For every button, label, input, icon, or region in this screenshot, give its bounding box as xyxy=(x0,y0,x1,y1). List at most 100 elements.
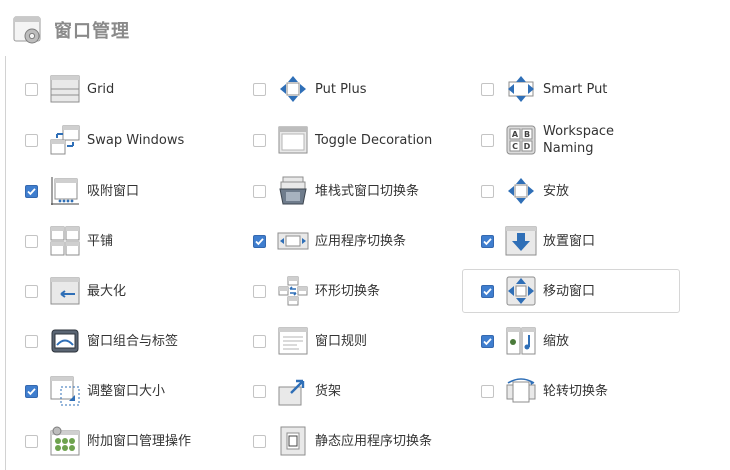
plugin-label: Grid xyxy=(87,81,115,97)
maximize-icon xyxy=(50,277,80,305)
plugin-item-ring-switcher[interactable]: 环形切换条 xyxy=(234,269,452,313)
window-rules-icon xyxy=(278,327,308,355)
plugin-item-rotate-switcher[interactable]: 轮转切换条 xyxy=(462,369,680,413)
plugin-checkbox[interactable] xyxy=(253,334,266,348)
plugin-label: 移动窗口 xyxy=(543,283,596,299)
plugin-checkbox[interactable] xyxy=(25,434,38,448)
svg-text:B: B xyxy=(524,130,530,139)
smart-put-icon xyxy=(508,76,534,102)
plugin-item-place-windows[interactable]: 放置窗口 xyxy=(462,219,680,263)
plugin-label: 轮转切换条 xyxy=(543,383,609,399)
plugin-checkbox[interactable] xyxy=(25,234,38,248)
plugin-item-window-rules[interactable]: 窗口规则 xyxy=(234,319,452,363)
tile-icon xyxy=(50,226,80,256)
plugin-checkbox[interactable] xyxy=(481,384,494,398)
put-plus-icon xyxy=(280,76,306,102)
plugin-checkbox[interactable] xyxy=(481,184,494,198)
plugin-item-workspace-naming[interactable]: A B C D Workspace Naming xyxy=(462,118,680,162)
plugin-label: 放置窗口 xyxy=(543,233,596,249)
plugin-item-tile[interactable]: 平铺 xyxy=(6,219,224,263)
plugin-item-place[interactable]: 安放 xyxy=(462,169,680,213)
plugin-item-application-switcher[interactable]: 应用程序切换条 xyxy=(234,219,452,263)
plugin-label: 附加窗口管理操作 xyxy=(87,433,192,449)
plugin-checkbox[interactable] xyxy=(253,184,266,198)
plugin-checkbox[interactable] xyxy=(481,133,494,147)
stack-switcher-icon xyxy=(279,176,307,205)
plugin-item-resize-window[interactable]: 调整窗口大小 xyxy=(6,369,224,413)
resize-window-icon xyxy=(50,376,80,406)
plugin-checkbox[interactable] xyxy=(253,284,266,298)
plugin-grid: Grid Put Plus Smart Put Swap Windows Toggle … xyxy=(0,0,730,470)
plugin-item-static-switcher[interactable]: 静态应用程序切换条 xyxy=(234,419,452,463)
svg-text:D: D xyxy=(524,142,531,151)
plugin-item-toggle-decoration[interactable]: Toggle Decoration xyxy=(234,118,452,162)
checkmark-icon xyxy=(255,237,264,245)
plugin-label: Smart Put xyxy=(543,81,608,97)
checkmark-icon xyxy=(27,187,36,195)
plugin-item-snap-window[interactable]: 吸附窗口 xyxy=(6,169,224,213)
plugin-checkbox[interactable] xyxy=(253,384,266,398)
plugin-item-extra-wm-actions[interactable]: 附加窗口管理操作 xyxy=(6,419,224,463)
plugin-checkbox[interactable] xyxy=(25,133,38,147)
snap-window-icon xyxy=(51,177,79,205)
plugin-checkbox[interactable] xyxy=(481,334,494,348)
plugin-label: 应用程序切换条 xyxy=(315,233,407,249)
plugin-checkbox[interactable] xyxy=(253,82,266,96)
plugin-label: 堆栈式窗口切换条 xyxy=(315,183,420,199)
plugin-label: 窗口组合与标签 xyxy=(87,333,179,349)
plugin-checkbox[interactable] xyxy=(481,284,494,298)
extra-wm-actions-icon xyxy=(50,426,80,456)
plugin-checkbox[interactable] xyxy=(481,82,494,96)
plugin-label: 缩放 xyxy=(543,333,570,349)
plugin-item-put-plus[interactable]: Put Plus xyxy=(234,67,452,111)
plugin-item-smart-put[interactable]: Smart Put xyxy=(462,67,680,111)
checkmark-icon xyxy=(483,237,492,245)
plugin-label: 货架 xyxy=(315,383,342,399)
plugin-label: Toggle Decoration xyxy=(315,132,433,148)
plugin-item-grid[interactable]: Grid xyxy=(6,67,224,111)
application-switcher-icon xyxy=(277,232,309,250)
workspace-naming-icon: A BC D xyxy=(506,125,536,155)
svg-text:C: C xyxy=(512,142,518,151)
plugin-checkbox[interactable] xyxy=(25,384,38,398)
place-windows-icon xyxy=(505,226,537,256)
plugin-item-scale[interactable]: 缩放 xyxy=(462,319,680,363)
move-window-icon xyxy=(506,276,536,306)
plugin-label: 静态应用程序切换条 xyxy=(315,433,433,449)
plugin-item-move-window[interactable]: 移动窗口 xyxy=(462,269,680,313)
plugin-item-maximize[interactable]: 最大化 xyxy=(6,269,224,313)
plugin-item-swap-windows[interactable]: Swap Windows xyxy=(6,118,224,162)
checkmark-icon xyxy=(483,337,492,345)
static-switcher-icon xyxy=(280,426,306,456)
grid-icon xyxy=(50,75,80,103)
toggle-decoration-icon xyxy=(278,126,308,154)
plugin-checkbox[interactable] xyxy=(25,284,38,298)
plugin-item-group-tab[interactable]: 窗口组合与标签 xyxy=(6,319,224,363)
plugin-label: 吸附窗口 xyxy=(87,183,140,199)
plugin-label: Workspace Naming xyxy=(543,124,615,156)
plugin-checkbox[interactable] xyxy=(25,334,38,348)
scale-icon xyxy=(506,327,536,355)
plugin-label: 最大化 xyxy=(87,283,127,299)
rotate-switcher-icon xyxy=(506,378,536,403)
plugin-label: 安放 xyxy=(543,183,570,199)
plugin-label: Swap Windows xyxy=(87,132,185,148)
checkmark-icon xyxy=(483,287,492,295)
plugin-label: 窗口规则 xyxy=(315,333,368,349)
ring-switcher-icon xyxy=(278,276,308,306)
plugin-label: Put Plus xyxy=(315,81,367,97)
plugin-checkbox[interactable] xyxy=(25,184,38,198)
group-tab-icon xyxy=(51,329,79,353)
svg-text:A: A xyxy=(512,130,519,139)
plugin-item-shelf[interactable]: 货架 xyxy=(234,369,452,413)
plugin-checkbox[interactable] xyxy=(481,234,494,248)
plugin-checkbox[interactable] xyxy=(25,82,38,96)
place-icon xyxy=(508,178,534,204)
swap-windows-icon xyxy=(50,125,80,155)
plugin-checkbox[interactable] xyxy=(253,234,266,248)
plugin-checkbox[interactable] xyxy=(253,133,266,147)
plugin-item-stack-switcher[interactable]: 堆栈式窗口切换条 xyxy=(234,169,452,213)
plugin-label: 环形切换条 xyxy=(315,283,381,299)
plugin-checkbox[interactable] xyxy=(253,434,266,448)
checkmark-icon xyxy=(27,387,36,395)
